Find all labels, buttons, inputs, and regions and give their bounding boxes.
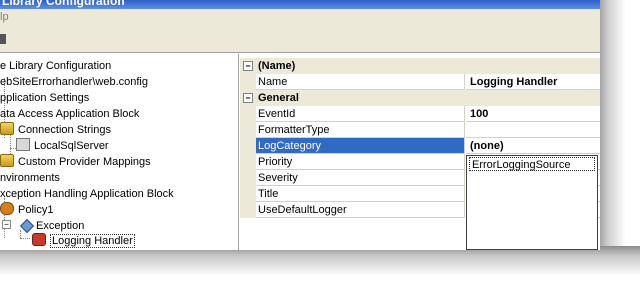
tree-item-label: pplication Settings [0,92,90,104]
tree-item-label: e Library Configuration [0,60,112,72]
tree-item-label: LocalSqlServer [34,140,109,152]
row-gutter [240,74,256,90]
row-gutter [240,138,256,154]
window-titlebar: Library Configuration [0,0,600,9]
property-name: UseDefaultLogger [256,202,465,218]
tree-line [20,230,21,238]
tree-item-root[interactable]: e Library Configuration [0,58,111,74]
connection-icon [16,138,30,151]
dropdown-option[interactable]: ErrorLoggingSource [469,157,595,171]
window-title: Library Configuration [2,0,125,8]
category-label: General [258,92,299,104]
row-gutter [240,186,256,202]
configuration-tree[interactable]: e Library Configuration ebSiteErrorhandl… [0,54,239,250]
paper-shadow-right [598,0,640,283]
row-gutter [240,106,256,122]
paper-shadow-bottom [0,246,640,283]
tree-item-environments[interactable]: nvironments [0,170,60,186]
toolbar-grip-icon [0,34,6,44]
tree-item-label: Policy1 [18,204,54,216]
tree-item-label: Custom Provider Mappings [18,156,151,168]
tree-item-label: ebSiteErrorhandler\web.config [0,76,148,88]
tree-item-localsqlserver[interactable]: LocalSqlServer [16,138,109,154]
category-name[interactable]: − (Name) [240,58,600,74]
database-icon [0,122,14,135]
property-row-name[interactable]: Name Logging Handler [240,74,600,90]
property-name: Severity [256,170,465,186]
property-value[interactable] [466,122,600,138]
tree-item-connection-strings[interactable]: Connection Strings [0,122,111,138]
tree-item-exception[interactable]: Exception [19,218,85,234]
property-name: Name [256,74,465,90]
tree-item-label: ata Access Application Block [0,108,140,120]
tree-item-label: xception Handling Application Block [0,188,174,200]
row-gutter [240,122,256,138]
toolbar [0,25,600,53]
property-value[interactable]: Logging Handler [466,74,600,90]
row-gutter [240,170,256,186]
property-name: LogCategory [256,138,465,154]
collapse-icon[interactable]: − [2,220,11,229]
row-gutter [240,202,256,218]
tree-line [20,238,30,239]
property-name: FormatterType [256,122,465,138]
tree-item-application-settings[interactable]: pplication Settings [0,90,89,106]
property-value[interactable]: (none) [466,138,600,154]
property-row-eventid[interactable]: EventId 100 [240,106,600,122]
tree-item-label: Connection Strings [18,124,111,136]
tree-item-exception-handling-block[interactable]: xception Handling Application Block [0,186,174,202]
menu-help[interactable]: lp [0,11,9,23]
property-name: Priority [256,154,465,170]
tree-item-custom-provider-mappings[interactable]: Custom Provider Mappings [0,154,151,170]
policy-icon [0,202,14,215]
collapse-icon[interactable]: − [243,61,253,71]
menu-bar: lp [0,9,600,25]
tree-item-data-access-block[interactable]: ata Access Application Block [0,106,139,122]
category-general[interactable]: − General [240,90,600,106]
property-name: EventId [256,106,465,122]
property-row-formattertype[interactable]: FormatterType [240,122,600,138]
tree-item-label-selected: Logging Handler [50,234,135,248]
tree-item-policy1[interactable]: Policy1 [0,202,53,218]
property-name: Title [256,186,465,202]
tree-item-label: nvironments [0,172,60,184]
tree-item-label: Exception [36,220,85,232]
row-gutter [240,154,256,170]
database-icon [0,154,14,167]
app-window: Library Configuration lp e Library Confi… [0,0,600,250]
category-label: (Name) [258,60,296,72]
logcategory-dropdown-list[interactable]: ErrorLoggingSource [466,155,598,250]
tree-item-logging-handler[interactable]: Logging Handler [32,233,135,249]
collapse-icon[interactable]: − [243,93,253,103]
handler-icon [32,233,46,246]
property-value[interactable]: 100 [466,106,600,122]
exception-icon [19,218,35,234]
tree-item-webconfig[interactable]: ebSiteErrorhandler\web.config [0,74,148,90]
property-row-logcategory[interactable]: LogCategory (none) [240,138,600,154]
